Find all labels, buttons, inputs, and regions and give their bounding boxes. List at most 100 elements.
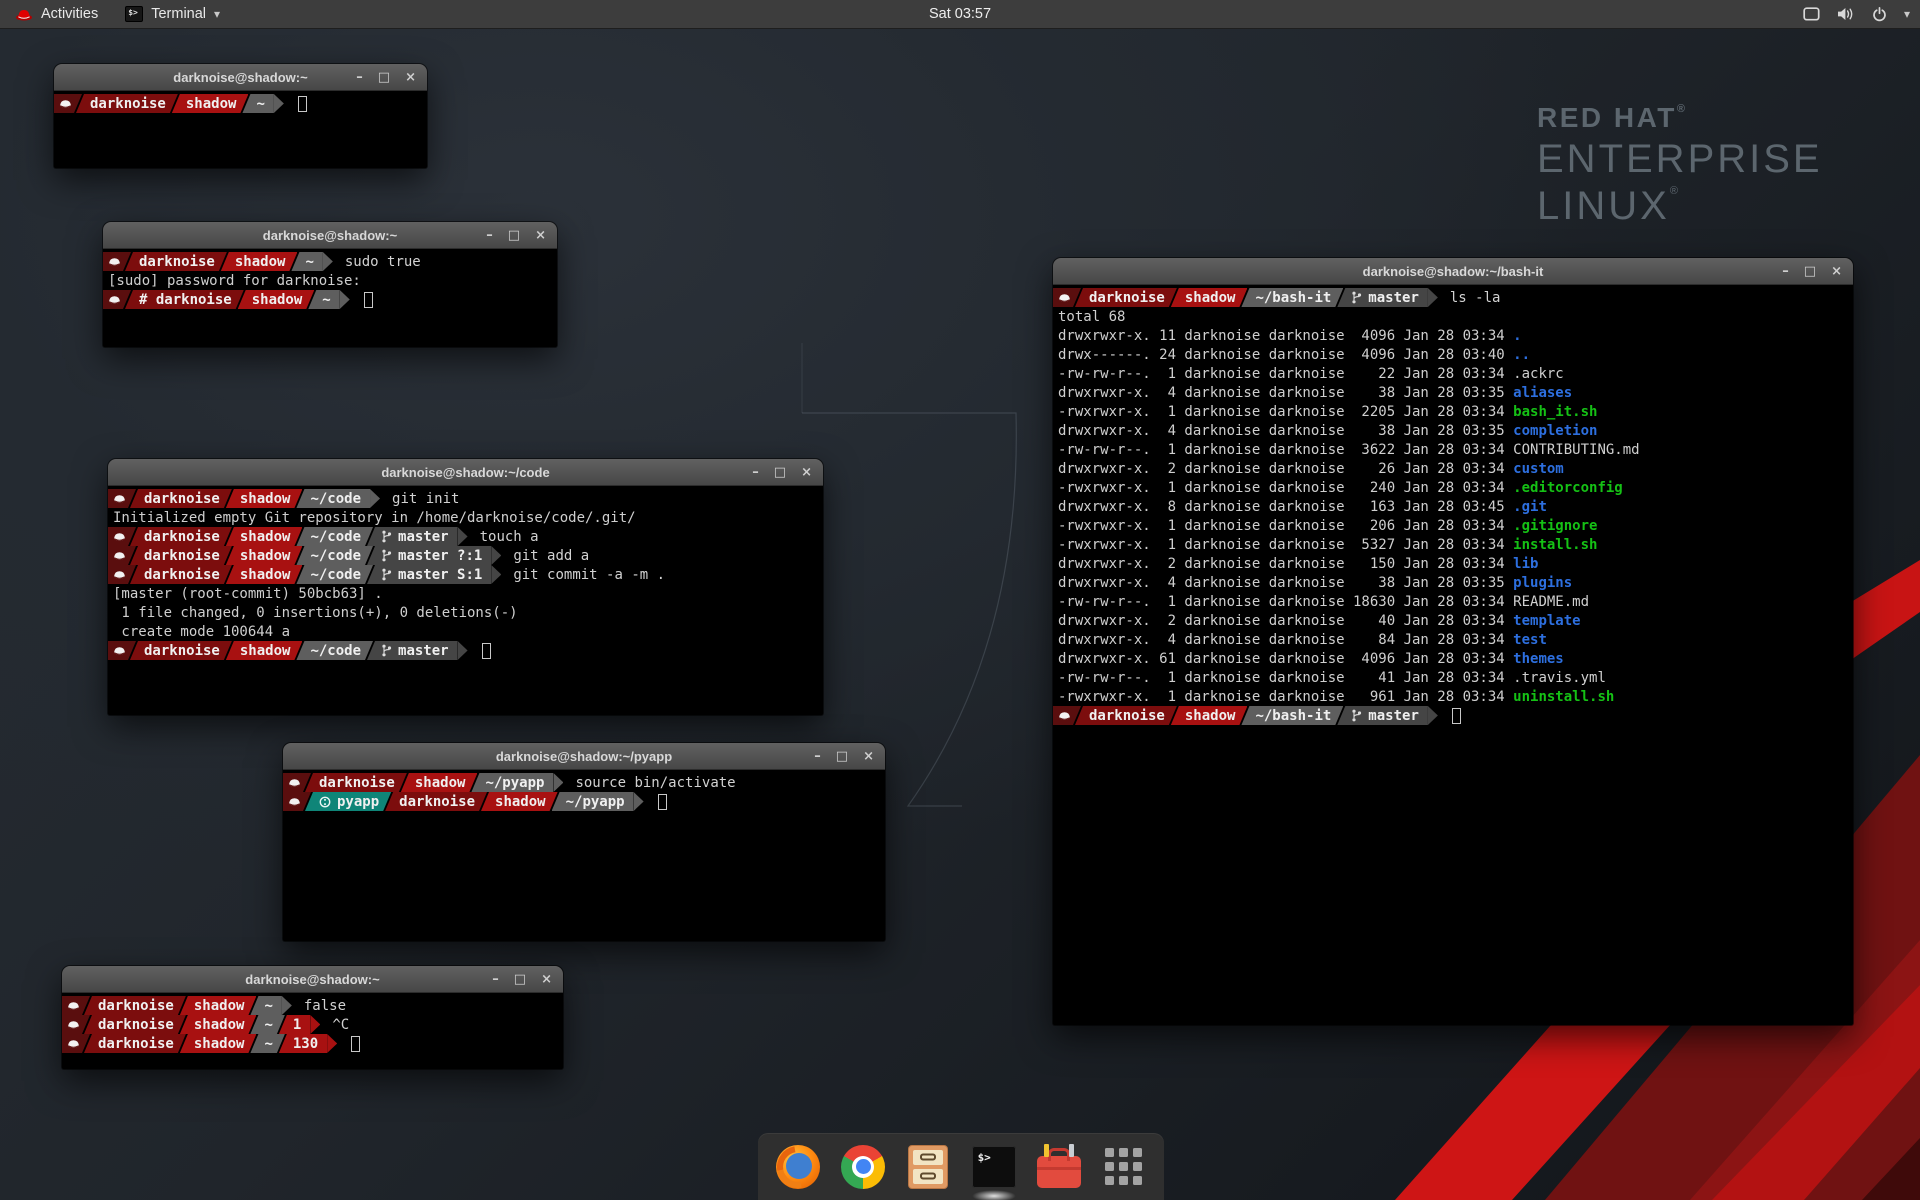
minimize-button[interactable]: – [752, 466, 759, 479]
maximize-button[interactable]: □ [774, 466, 786, 479]
terminal-window-pyapp: darknoise@shadow:~/pyapp –□× darknoisesh… [283, 743, 885, 941]
terminal-output: [sudo] password for darknoise: [103, 273, 361, 289]
terminal-cursor [658, 794, 667, 810]
maximize-button[interactable]: □ [378, 71, 390, 84]
prompt-segment-host: shadow [1171, 706, 1248, 725]
minimize-button[interactable]: – [492, 973, 499, 986]
powerline-prompt: darknoiseshadow~130 [62, 1034, 337, 1053]
dock-item-firefox[interactable] [773, 1142, 823, 1192]
prompt-arrow [310, 1015, 320, 1034]
prompt-segment-user: darknoise [130, 527, 232, 546]
prompt-arrow [370, 489, 380, 508]
close-button[interactable]: × [405, 71, 416, 84]
dock-item-chrome[interactable] [838, 1142, 888, 1192]
terminal-output: total 68 [1053, 309, 1125, 325]
app-menu-label: Terminal [151, 6, 206, 22]
dock-item-terminal[interactable]: $> [969, 1142, 1019, 1192]
powerline-prompt: darknoiseshadow~/codemaster S:1 [108, 565, 501, 584]
prompt-segment-user: darknoise [1075, 706, 1177, 725]
prompt-segment-user: darknoise [305, 773, 407, 792]
terminal-line: 1 file changed, 0 insertions(+), 0 delet… [108, 603, 823, 622]
ls-filename: . [1513, 328, 1521, 344]
redhat-fedora-icon [67, 1038, 80, 1049]
redhat-fedora-icon [288, 777, 301, 788]
terminal-window-bash-it: darknoise@shadow:~/bash-it –□× darknoise… [1053, 258, 1853, 1025]
ls-line-detail: drwx------. 24 darknoise darknoise 4096 … [1053, 347, 1513, 363]
terminal-content[interactable]: darknoiseshadow~/codegit initInitialized… [108, 487, 823, 715]
app-menu-terminal[interactable]: $> Terminal ▾ [113, 0, 232, 28]
prompt-segment-user: darknoise [1075, 288, 1177, 307]
prompt-segment-user: # darknoise [125, 290, 244, 309]
ls-line-detail: drwxrwxr-x. 2 darknoise darknoise 40 Jan… [1053, 613, 1513, 629]
prompt-segment-exit: 130 [279, 1034, 327, 1053]
terminal-content[interactable]: darknoiseshadow~/bash-itmasterls -latota… [1053, 286, 1853, 1025]
prompt-segment-host: shadow [226, 527, 303, 546]
terminal-content[interactable]: darknoiseshadow~sudo true[sudo] password… [103, 250, 557, 347]
maximize-button[interactable]: □ [836, 750, 848, 763]
prompt-segment-path: ~ [250, 1015, 284, 1034]
prompt-segment-path: ~/code [296, 641, 373, 660]
terminal-line: drwxrwxr-x. 4 darknoise darknoise 38 Jan… [1053, 573, 1853, 592]
activities-button[interactable]: Activities [0, 0, 113, 28]
ls-filename: .. [1513, 347, 1530, 363]
window-titlebar[interactable]: darknoise@shadow:~ –□× [103, 222, 557, 249]
terminal-line: -rwxrwxr-x. 1 darknoise darknoise 5327 J… [1053, 535, 1853, 554]
dock-item-files[interactable] [903, 1142, 953, 1192]
redhat-fedora-icon [1058, 292, 1071, 303]
redhat-fedora-icon [67, 1000, 80, 1011]
clock[interactable]: Sat 03:57 [929, 6, 991, 22]
powerline-prompt: darknoiseshadow~1 [62, 1015, 320, 1034]
ls-filename: README.md [1513, 594, 1589, 610]
prompt-segment-user: darknoise [130, 489, 232, 508]
minimize-button[interactable]: – [356, 71, 363, 84]
powerline-prompt: darknoiseshadow~/bash-itmaster [1053, 288, 1438, 307]
prompt-segment-user: darknoise [125, 252, 227, 271]
terminal-content[interactable]: darknoiseshadow~/pyappsource bin/activat… [283, 771, 885, 941]
prompt-arrow [458, 527, 468, 546]
ls-line-detail: drwxrwxr-x. 8 darknoise darknoise 163 Ja… [1053, 499, 1513, 515]
prompt-segment-path: ~/bash-it [1241, 288, 1343, 307]
redhat-fedora-icon [59, 98, 72, 109]
terminal-line: darknoiseshadow~1^C [62, 1015, 563, 1034]
redhat-fedora-icon [113, 531, 126, 542]
terminal-cursor [482, 643, 491, 659]
registered-mark: ® [1670, 185, 1681, 197]
minimize-button[interactable]: – [1782, 265, 1789, 278]
window-titlebar[interactable]: darknoise@shadow:~/bash-it –□× [1053, 258, 1853, 285]
close-button[interactable]: × [801, 466, 812, 479]
terminal-line: -rwxrwxr-x. 1 darknoise darknoise 206 Ja… [1053, 516, 1853, 535]
power-icon [1872, 7, 1887, 22]
command-text: source bin/activate [563, 775, 735, 791]
powerline-prompt: darknoiseshadow~/code [108, 489, 380, 508]
redhat-fedora-icon [113, 645, 126, 656]
prompt-segment-host: shadow [238, 290, 315, 309]
dock-item-app-grid[interactable] [1099, 1142, 1149, 1192]
close-button[interactable]: × [1831, 265, 1842, 278]
maximize-button[interactable]: □ [508, 229, 520, 242]
window-titlebar[interactable]: darknoise@shadow:~/pyapp –□× [283, 743, 885, 770]
terminal-window-code: darknoise@shadow:~/code –□× darknoisesha… [108, 459, 823, 715]
prompt-arrow [340, 290, 350, 309]
close-button[interactable]: × [535, 229, 546, 242]
prompt-segment-path: ~/code [296, 527, 373, 546]
close-button[interactable]: × [541, 973, 552, 986]
terminal-line: darknoiseshadow~/codegit init [108, 489, 823, 508]
terminal-content[interactable]: darknoiseshadow~falsedarknoiseshadow~1^C… [62, 994, 563, 1069]
dock-item-toolbox[interactable] [1034, 1142, 1084, 1192]
prompt-segment-path: ~/pyapp [552, 792, 634, 811]
window-titlebar[interactable]: darknoise@shadow:~ –□× [62, 966, 563, 993]
maximize-button[interactable]: □ [514, 973, 526, 986]
app-grid-icon [1105, 1148, 1142, 1185]
prompt-segment-git: master [367, 527, 458, 546]
prompt-segment-path: ~/code [296, 565, 373, 584]
window-titlebar[interactable]: darknoise@shadow:~/code –□× [108, 459, 823, 486]
ls-line-detail: drwxrwxr-x. 2 darknoise darknoise 26 Jan… [1053, 461, 1513, 477]
maximize-button[interactable]: □ [1804, 265, 1816, 278]
terminal-content[interactable]: darknoiseshadow~ [54, 92, 427, 168]
status-area[interactable]: ▾ [1803, 0, 1910, 28]
window-titlebar[interactable]: darknoise@shadow:~ –□× [54, 64, 427, 91]
ls-filename: lib [1513, 556, 1538, 572]
minimize-button[interactable]: – [486, 229, 493, 242]
close-button[interactable]: × [863, 750, 874, 763]
minimize-button[interactable]: – [814, 750, 821, 763]
